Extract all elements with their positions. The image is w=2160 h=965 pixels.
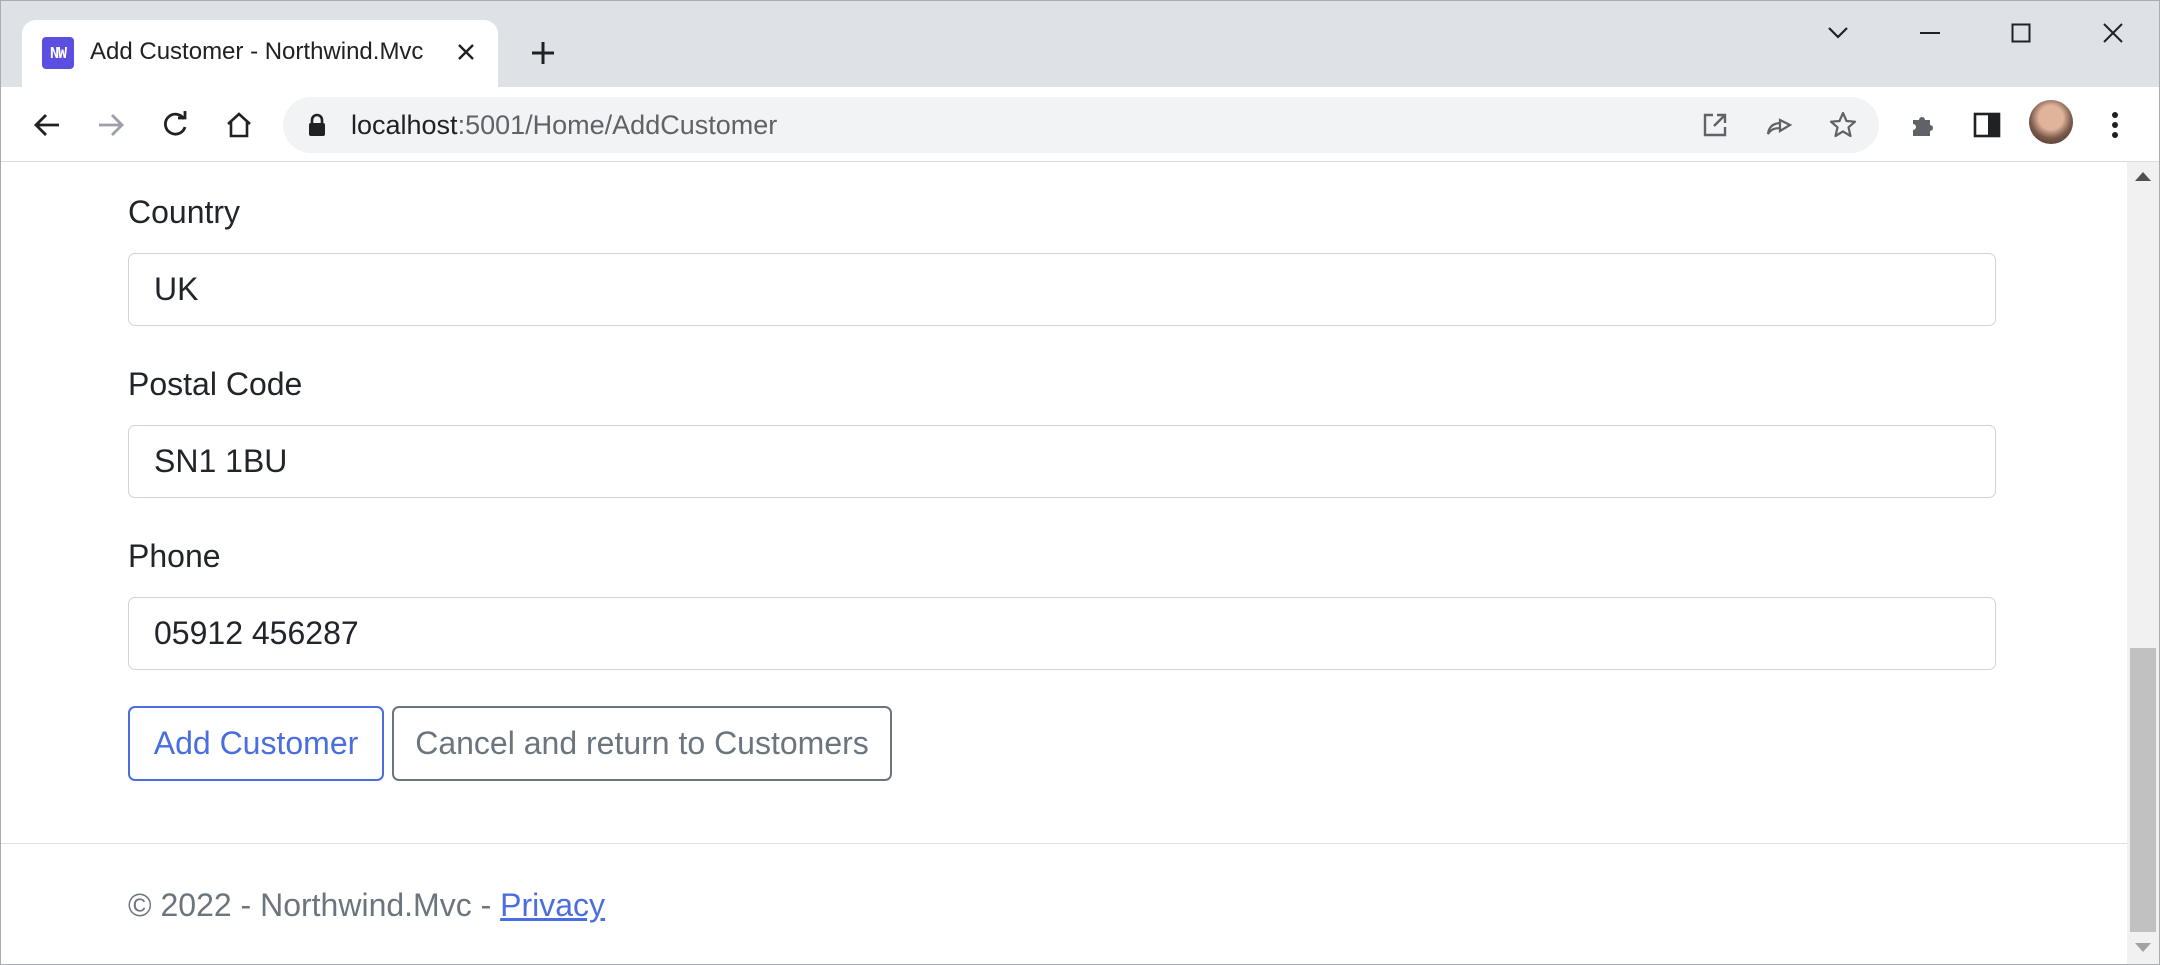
open-in-app-icon[interactable] [1693, 103, 1737, 147]
close-window-icon[interactable] [2081, 9, 2145, 57]
profile-avatar[interactable] [2029, 100, 2073, 144]
privacy-link[interactable]: Privacy [500, 887, 605, 923]
tab-search-chevron-icon[interactable] [1806, 9, 1870, 57]
vertical-scrollbar[interactable] [2127, 162, 2159, 964]
new-tab-plus-icon[interactable] [523, 33, 563, 73]
extensions-puzzle-icon[interactable] [1901, 103, 1945, 147]
footer: © 2022 - Northwind.Mvc - Privacy [128, 887, 605, 924]
close-tab-icon[interactable] [448, 34, 484, 70]
scrollbar-thumb[interactable] [2130, 648, 2156, 932]
side-panel-icon[interactable] [1965, 103, 2009, 147]
footer-divider [1, 843, 2127, 844]
country-input[interactable]: UK [128, 253, 1996, 326]
tab-strip: NW Add Customer - Northwind.Mvc [1, 1, 2159, 87]
phone-input[interactable]: 05912 456287 [128, 597, 1996, 670]
minimize-icon[interactable] [1898, 9, 1962, 57]
reload-icon[interactable] [153, 103, 197, 147]
browser-window: NW Add Customer - Northwind.Mvc localhos… [0, 0, 2160, 965]
scroll-down-arrow-icon[interactable] [2135, 943, 2151, 952]
cancel-button[interactable]: Cancel and return to Customers [392, 706, 892, 781]
more-menu-icon[interactable] [2093, 103, 2137, 147]
phone-label: Phone [128, 538, 221, 574]
copyright-text: © 2022 - Northwind.Mvc - [128, 887, 501, 923]
scroll-up-arrow-icon[interactable] [2135, 172, 2151, 181]
url-text[interactable]: localhost:5001/Home/AddCustomer [351, 110, 777, 141]
home-icon[interactable] [217, 103, 261, 147]
favicon-icon: NW [42, 37, 74, 69]
maximize-icon[interactable] [1989, 9, 2053, 57]
browser-toolbar: localhost:5001/Home/AddCustomer [1, 87, 2159, 162]
tab-title: Add Customer - Northwind.Mvc [90, 38, 424, 65]
country-label: Country [128, 194, 241, 230]
tab-add-customer[interactable]: NW Add Customer - Northwind.Mvc [22, 20, 498, 87]
forward-arrow-icon[interactable] [89, 103, 133, 147]
address-bar[interactable]: localhost:5001/Home/AddCustomer [283, 97, 1879, 153]
back-arrow-icon[interactable] [25, 103, 69, 147]
bookmark-star-icon[interactable] [1821, 103, 1865, 147]
lock-icon[interactable] [307, 113, 327, 142]
postal-code-input[interactable]: SN1 1BU [128, 425, 1996, 498]
postal-code-label: Postal Code [128, 366, 303, 402]
add-customer-button[interactable]: Add Customer [128, 706, 384, 781]
page-content: Country UK Postal Code SN1 1BU Phone 059… [1, 162, 2127, 964]
share-icon[interactable] [1757, 103, 1801, 147]
